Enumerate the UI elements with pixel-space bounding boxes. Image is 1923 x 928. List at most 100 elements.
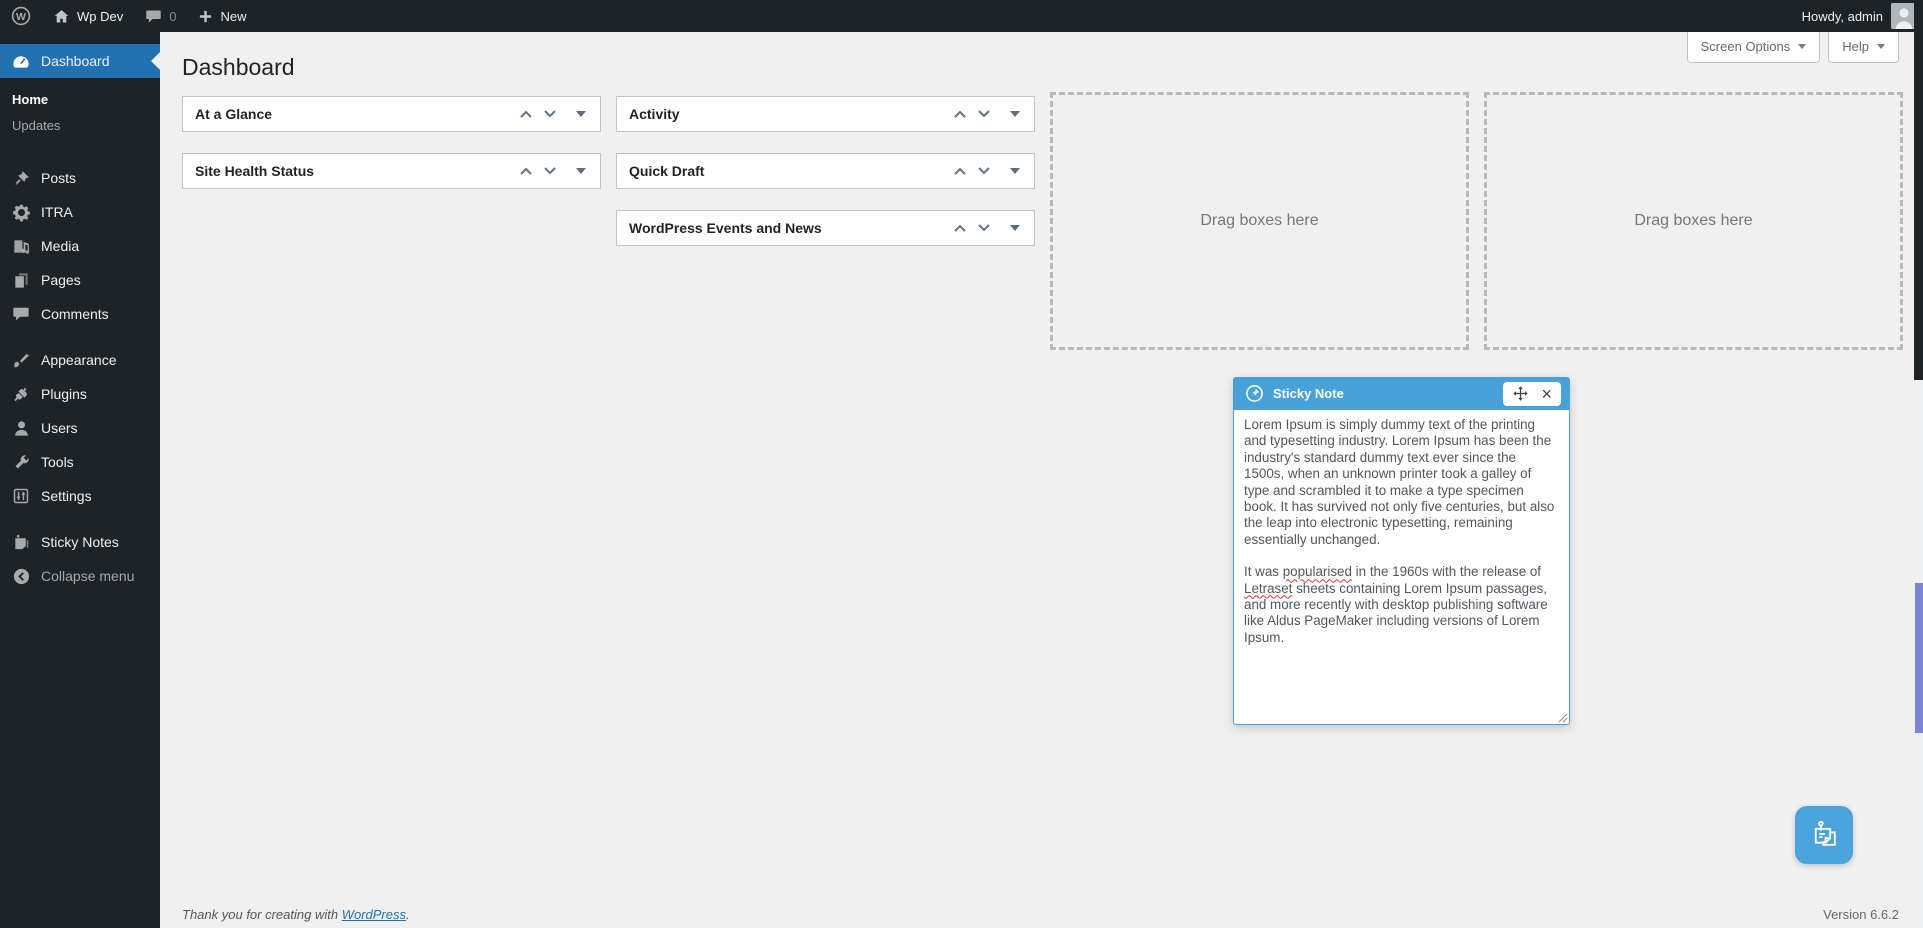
- misspelled-word: Letraset: [1244, 580, 1293, 596]
- toggle-widget-button[interactable]: [1004, 213, 1026, 243]
- widget-events-news[interactable]: WordPress Events and News: [616, 210, 1035, 246]
- widget-column-2: Activity Quick Draft WordPress Events an…: [616, 96, 1035, 246]
- plus-icon: [198, 9, 213, 24]
- widget-column-4: Drag boxes here: [1484, 92, 1903, 350]
- sidebar-item-collapse-menu[interactable]: Collapse menu: [0, 559, 160, 593]
- sticky-note-controls: ×: [1503, 381, 1561, 406]
- move-down-button[interactable]: [538, 156, 562, 186]
- move-up-button[interactable]: [514, 156, 538, 186]
- comments-menu[interactable]: 0: [134, 0, 187, 32]
- chevron-down-icon: [978, 167, 990, 175]
- screen-options-button[interactable]: Screen Options: [1686, 32, 1821, 63]
- plugin-icon: [11, 384, 31, 404]
- sidebar-item-label: Sticky Notes: [41, 534, 119, 550]
- sidebar-item-plugins[interactable]: Plugins: [0, 377, 160, 411]
- sidebar-item-label: Media: [41, 238, 80, 254]
- dashboard-widgets: At a Glance Site Health Status Activity …: [182, 92, 1903, 350]
- dashboard-submenu: Home Updates: [0, 78, 160, 161]
- site-name-menu[interactable]: Wp Dev: [42, 0, 134, 32]
- move-up-button[interactable]: [948, 156, 972, 186]
- footer: Thank you for creating with WordPress. V…: [182, 907, 1899, 922]
- sidebar-item-comments[interactable]: Comments: [0, 297, 160, 331]
- widget-activity[interactable]: Activity: [616, 96, 1035, 132]
- account-menu[interactable]: Howdy, admin: [1802, 0, 1923, 32]
- collapse-icon: [11, 566, 31, 586]
- pin-circle-icon: [1245, 384, 1264, 403]
- move-down-button[interactable]: [972, 213, 996, 243]
- move-down-button[interactable]: [972, 99, 996, 129]
- toggle-widget-button[interactable]: [570, 99, 592, 129]
- toggle-indicator-icon: [576, 111, 586, 117]
- widget-column-3: Drag boxes here: [1050, 92, 1469, 350]
- widget-drop-zone[interactable]: Drag boxes here: [1050, 92, 1469, 350]
- widget-title: At a Glance: [195, 106, 273, 122]
- widget-quick-draft[interactable]: Quick Draft: [616, 153, 1035, 189]
- sidebar-item-label: Comments: [41, 306, 109, 322]
- widget-title: Activity: [629, 106, 680, 122]
- help-button[interactable]: Help: [1828, 32, 1899, 63]
- sidebar-item-media[interactable]: Media: [0, 229, 160, 263]
- svg-text:W: W: [16, 11, 26, 23]
- toggle-widget-button[interactable]: [1004, 99, 1026, 129]
- submenu-label: Updates: [12, 117, 61, 133]
- sticky-notes-fab-button[interactable]: [1795, 806, 1853, 864]
- screen-options-label: Screen Options: [1700, 39, 1791, 54]
- sticky-note-paragraph: It was popularised in the 1960s with the…: [1244, 564, 1548, 645]
- sidebar-item-itra[interactable]: ITRA: [0, 195, 160, 229]
- sidebar-item-label: Settings: [41, 488, 92, 504]
- chevron-down-icon: [1877, 44, 1885, 49]
- wordpress-link[interactable]: WordPress: [342, 907, 406, 922]
- move-down-button[interactable]: [972, 156, 996, 186]
- sidebar-item-users[interactable]: Users: [0, 411, 160, 445]
- sidebar-item-sticky-notes[interactable]: Sticky Notes: [0, 525, 160, 559]
- misspelled-word: popularised: [1282, 564, 1352, 580]
- widget-site-health[interactable]: Site Health Status: [182, 153, 601, 189]
- sidebar-item-updates[interactable]: Updates: [0, 112, 160, 138]
- current-page-arrow: [151, 52, 160, 70]
- sidebar-item-dashboard[interactable]: Dashboard: [0, 44, 160, 78]
- chevron-down-icon: [978, 224, 990, 232]
- sticky-note-widget: Sticky Note × Lorem Ipsum is simply dumm…: [1233, 377, 1570, 725]
- sidebar-item-pages[interactable]: Pages: [0, 263, 160, 297]
- move-button[interactable]: [1512, 385, 1529, 402]
- sticky-note-paragraph: Lorem Ipsum is simply dummy text of the …: [1244, 417, 1555, 547]
- sidebar-item-label: ITRA: [41, 204, 73, 220]
- sidebar-item-label: Appearance: [41, 352, 117, 368]
- sidebar-item-tools[interactable]: Tools: [0, 445, 160, 479]
- widget-column-1: At a Glance Site Health Status: [182, 96, 601, 189]
- brush-icon: [11, 350, 31, 370]
- sidebar-item-posts[interactable]: Posts: [0, 161, 160, 195]
- sidebar-item-settings[interactable]: Settings: [0, 479, 160, 513]
- scrollbar[interactable]: [1914, 0, 1923, 928]
- move-up-button[interactable]: [514, 99, 538, 129]
- version-label: Version 6.6.2: [1823, 907, 1899, 922]
- scrollbar-thumb[interactable]: [1914, 0, 1923, 380]
- toggle-widget-button[interactable]: [570, 156, 592, 186]
- howdy-label: Howdy, admin: [1801, 8, 1883, 24]
- submenu-label: Home: [12, 91, 49, 107]
- new-content-menu[interactable]: New: [187, 0, 257, 32]
- widget-drop-zone[interactable]: Drag boxes here: [1484, 92, 1903, 350]
- sidebar-item-label: Pages: [41, 272, 81, 288]
- sticky-notes-icon: [1814, 820, 1836, 846]
- resize-handle[interactable]: [1557, 712, 1568, 723]
- widget-at-a-glance[interactable]: At a Glance: [182, 96, 601, 132]
- move-down-button[interactable]: [538, 99, 562, 129]
- widget-title: Site Health Status: [195, 163, 315, 179]
- toggle-indicator-icon: [1010, 111, 1020, 117]
- user-icon: [11, 418, 31, 438]
- toggle-widget-button[interactable]: [1004, 156, 1026, 186]
- sticky-note-header[interactable]: Sticky Note ×: [1233, 377, 1570, 410]
- close-icon[interactable]: ×: [1541, 385, 1552, 403]
- sidebar-item-label: Users: [41, 420, 78, 436]
- comment-bubble-icon: [145, 8, 162, 25]
- admin-menu: Dashboard Home Updates Posts ITRA Media …: [0, 32, 160, 928]
- sticky-note-textarea[interactable]: Lorem Ipsum is simply dummy text of the …: [1233, 410, 1570, 725]
- move-up-button[interactable]: [948, 213, 972, 243]
- chevron-up-icon: [520, 110, 532, 118]
- sidebar-item-home[interactable]: Home: [0, 86, 160, 112]
- chevron-up-icon: [520, 167, 532, 175]
- move-up-button[interactable]: [948, 99, 972, 129]
- wordpress-logo-menu[interactable]: W: [0, 0, 42, 32]
- sidebar-item-appearance[interactable]: Appearance: [0, 343, 160, 377]
